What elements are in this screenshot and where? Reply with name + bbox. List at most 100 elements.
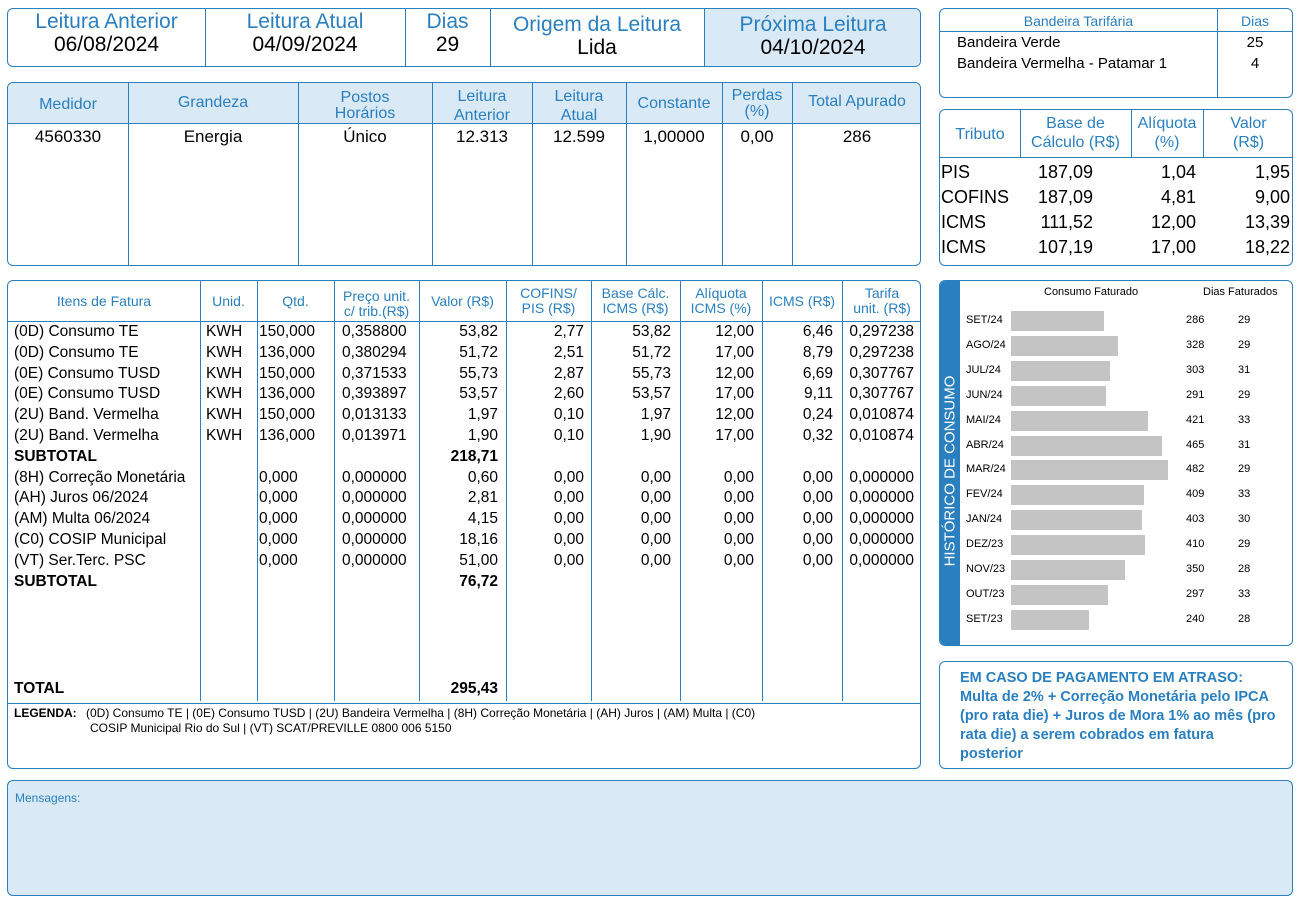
history-title: HISTÓRICO DE CONSUMO (941, 375, 959, 567)
flag-row-name: Bandeira Verde (957, 34, 1061, 51)
history-bar (1011, 311, 1104, 331)
tax-name: ICMS (941, 212, 986, 232)
days-label: Dias (426, 10, 469, 33)
col-preco-line1: Preço unit. (343, 288, 410, 304)
item-aliq: 0,00 (723, 531, 754, 548)
history-consumption: 291 (1186, 388, 1205, 401)
item-cofins: 2,87 (553, 364, 584, 382)
item-row: (2U) Band. Vermelha KWH 136,000 0,013971 1,9… (8, 426, 920, 447)
col-icms: ICMS (R$) (768, 293, 836, 309)
previous-reading-value: 06/08/2024 (53, 33, 160, 56)
next-reading-label: Próxima Leitura (739, 13, 887, 36)
col-preco: Preço unit. c/ trib.(R$) (334, 289, 419, 319)
current-reading: Leitura Atual 04/09/2024 (205, 11, 405, 57)
item-row: (8H) Correção Monetária 0,000 0,000000 0,60… (8, 468, 920, 489)
total-value: 295,43 (450, 680, 498, 697)
item-unid: KWH (206, 406, 243, 424)
item-qtd: 150,000 (259, 323, 316, 340)
col-cofins: COFINS/ PIS (R$) (506, 286, 591, 316)
current-reading-label: Leitura Atual (246, 10, 364, 33)
history-days: 31 (1238, 438, 1251, 451)
item-icms: 9,11 (803, 385, 833, 403)
item-preco: 0,000000 (342, 468, 407, 486)
history-consumption: 297 (1186, 587, 1205, 600)
col-medidor: Medidor (39, 96, 97, 113)
item-row: (AH) Juros 06/2024 0,000 0,000000 2,81 0,00 0… (8, 488, 920, 509)
item-icms: 0,32 (802, 427, 833, 444)
item-aliq: 0,00 (723, 510, 754, 528)
previous-reading-label: Leitura Anterior (35, 10, 178, 33)
history-bar (1011, 335, 1118, 356)
tax-row: ICMS 107,19 17,00 18,22 (940, 235, 1292, 260)
tax-row: ICMS 111,52 12,00 13,39 (940, 210, 1292, 235)
item-icms: 0,00 (802, 510, 833, 528)
taxes-table: Tributo Base de Cálculo (R$) Alíquota (%… (939, 109, 1293, 266)
history-sidebar: HISTÓRICO DE CONSUMO (940, 281, 960, 645)
item-qtd: 0,000 (259, 551, 298, 569)
col-preco-line2: c/ trib.(R$) (343, 303, 410, 319)
history-bar (1011, 535, 1145, 556)
item-base: 53,82 (632, 323, 671, 340)
col-atual: Leitura Atual (532, 87, 626, 125)
meter-losses: 0,00 (740, 127, 774, 146)
item-name: (AH) Juros 06/2024 (14, 489, 149, 507)
history-bar (1011, 385, 1106, 406)
history-month: FEV/24 (966, 488, 1003, 501)
tax-name: COFINS (941, 187, 1010, 207)
item-cofins: 0,00 (553, 531, 584, 548)
item-row: (C0) COSIP Municipal 0,000 0,000000 18,16 0,… (8, 530, 920, 551)
item-base: 51,72 (632, 343, 671, 361)
history-days: 30 (1238, 513, 1251, 526)
item-qtd: 0,000 (259, 510, 298, 528)
item-base: 0,00 (640, 489, 671, 507)
item-qtd: 0,000 (259, 489, 298, 507)
messages-label: Mensagens: (15, 791, 81, 805)
tariff-flag-days-header: Dias (1240, 13, 1269, 29)
item-name: (0E) Consumo TUSD (14, 364, 161, 382)
item-cofins: 0,00 (553, 510, 584, 528)
current-reading-value: 04/09/2024 (252, 33, 358, 56)
history-month: SET/24 (966, 314, 1003, 326)
item-base: 0,00 (640, 510, 671, 528)
item-tarifa: 0,010874 (849, 406, 914, 424)
item-cofins: 0,00 (553, 468, 584, 486)
total-label: TOTAL (14, 680, 65, 697)
meter-number: 4560330 (34, 127, 102, 146)
history-consumption: 286 (1186, 314, 1205, 326)
col-anterior-line1: Leitura (457, 88, 507, 105)
history-month: NOV/23 (966, 563, 1006, 575)
tax-base: 107,19 (1037, 237, 1093, 257)
reading-origin-label: Origem da Leitura (512, 13, 682, 36)
col-aliq-icms-line1: Alíquota (695, 285, 747, 301)
history-days: 29 (1238, 314, 1251, 326)
item-qtd: 150,000 (259, 364, 316, 382)
previous-reading: Leitura Anterior 06/08/2024 (8, 11, 205, 57)
item-icms: 0,00 (802, 489, 833, 507)
reading-origin: Origem da Leitura Lida (490, 14, 704, 60)
item-cofins: 0,00 (553, 551, 584, 569)
col-aliquota-line1: Alíquota (1137, 115, 1197, 132)
item-valor: 76,72 (459, 572, 498, 590)
history-consumo-header: Consumo Faturado (1044, 286, 1139, 298)
item-base: 0,00 (640, 551, 671, 569)
item-unid: KWH (206, 323, 243, 340)
meter-previous: 12.313 (456, 127, 508, 146)
item-valor: 4,15 (467, 510, 498, 528)
col-perdas: Perdas (%) (722, 88, 792, 120)
item-qtd: 0,000 (259, 531, 298, 548)
item-name: (0D) Consumo TE (14, 323, 139, 340)
col-valor: Valor (R$) (1203, 114, 1292, 152)
item-cofins: 2,51 (553, 343, 584, 361)
item-valor: 51,72 (459, 343, 498, 361)
item-qtd: 0,000 (259, 468, 298, 486)
item-name: (0E) Consumo TUSD (14, 385, 161, 403)
meter-postos: Único (343, 127, 387, 146)
item-base: 0,00 (640, 468, 671, 486)
history-consumption: 465 (1186, 438, 1205, 451)
item-valor: 53,82 (459, 323, 498, 340)
item-unid: KWH (206, 427, 243, 444)
history-consumption: 403 (1186, 513, 1205, 526)
item-row: (VT) Ser.Terc. PSC 0,000 0,000000 51,00 0,00… (8, 551, 920, 572)
item-aliq: 0,00 (723, 468, 754, 486)
history-days: 29 (1238, 538, 1251, 551)
